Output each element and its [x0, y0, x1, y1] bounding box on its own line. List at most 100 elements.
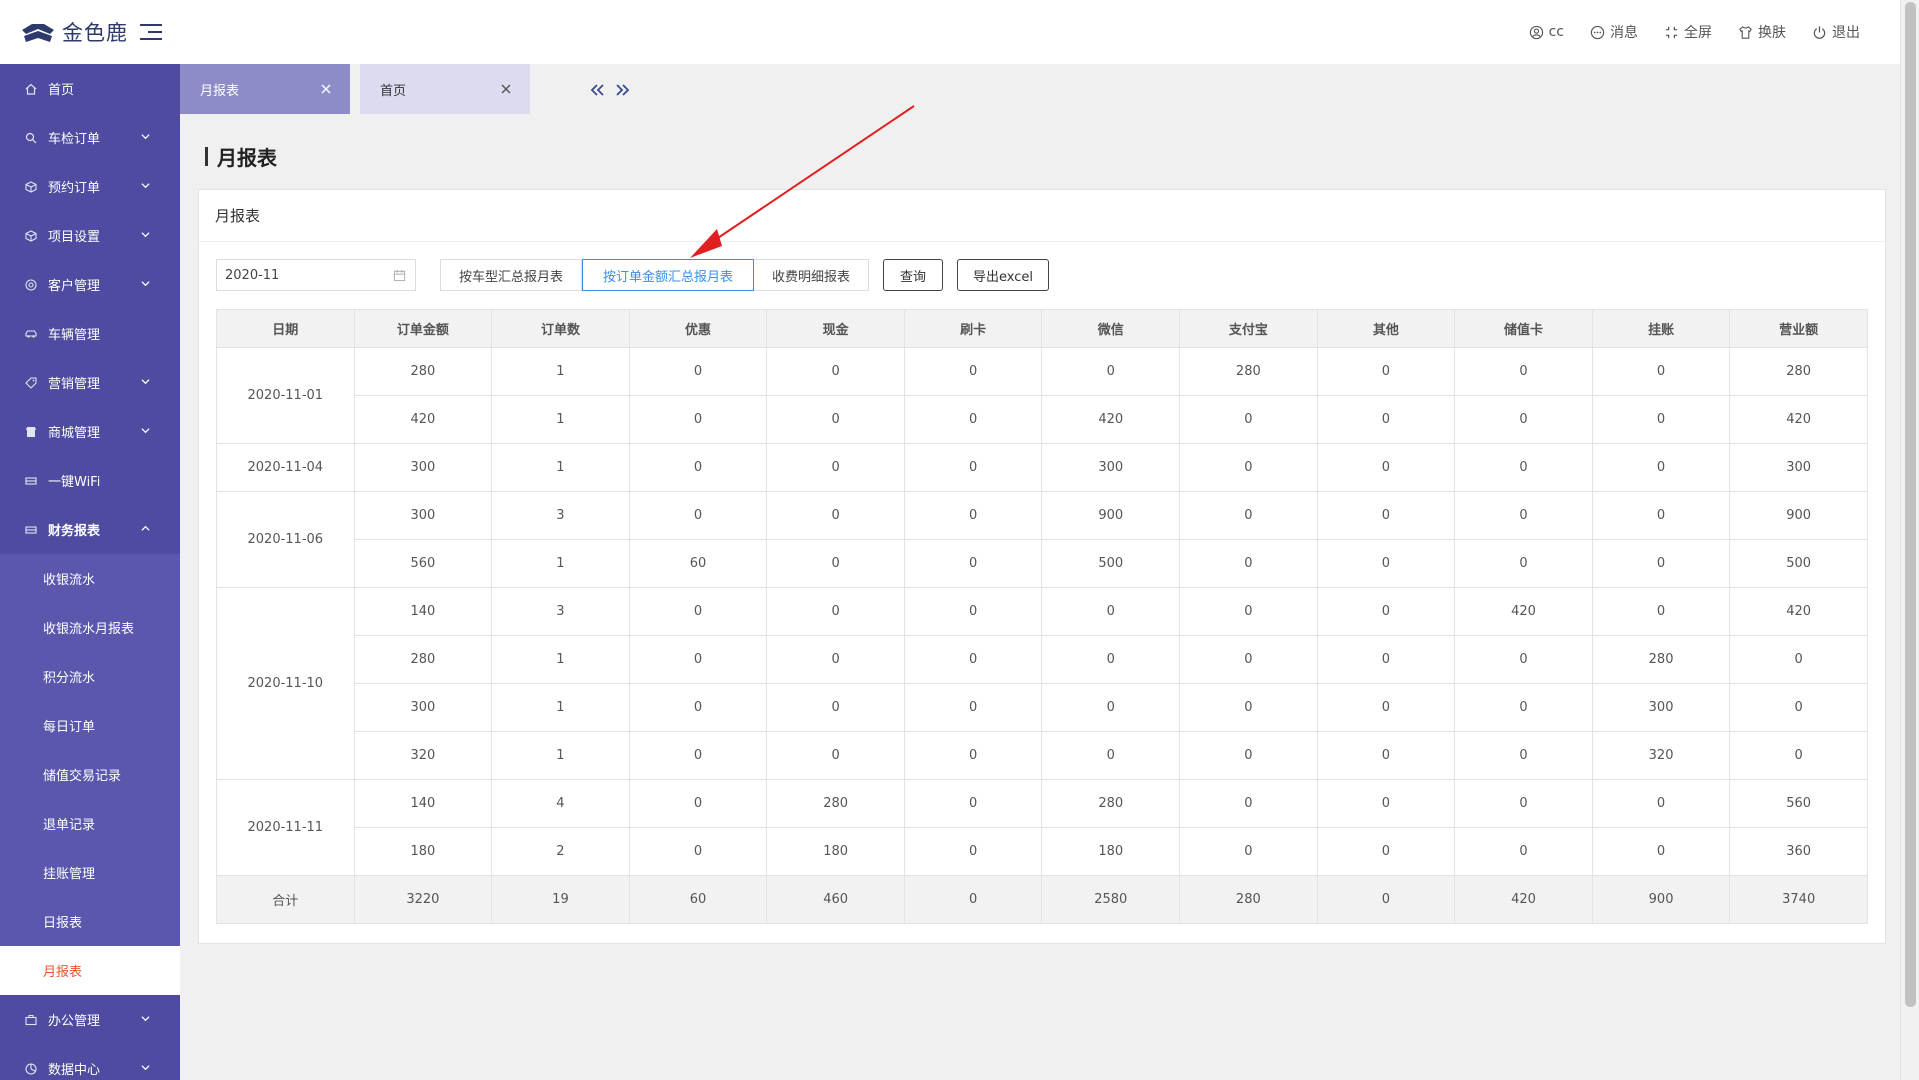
table-cell: 0 — [1316, 683, 1456, 732]
table-cell: 300 — [353, 491, 493, 540]
sidebar-subitem-cashier-flow[interactable]: 收银流水 — [0, 554, 180, 603]
table-cell: 1 — [491, 395, 630, 444]
table-cell: 300 — [1729, 443, 1868, 492]
sidebar-item-wifi[interactable]: 一键WiFi — [0, 456, 180, 505]
fee-detail-button[interactable]: 收费明细报表 — [754, 259, 869, 291]
by-order-amount-button[interactable]: 按订单金额汇总报月表 — [582, 259, 754, 291]
table-cell: 0 — [766, 347, 905, 396]
column-header: 订单数 — [491, 309, 630, 348]
sidebar-item-customers[interactable]: 客户管理 — [0, 260, 180, 309]
table-cell: 0 — [1454, 731, 1593, 780]
skin-label: 换肤 — [1758, 25, 1786, 41]
table-cell: 0 — [903, 635, 1043, 684]
sidebar-item-label: 首页 — [48, 83, 75, 98]
sidebar-item-label: 项目设置 — [48, 230, 101, 245]
by-car-type-button[interactable]: 按车型汇总报月表 — [440, 259, 582, 291]
menu-collapse-icon[interactable] — [140, 23, 162, 41]
table-cell: 280 — [353, 635, 493, 684]
table-cell: 0 — [766, 683, 905, 732]
table-cell: 0 — [1591, 539, 1731, 588]
table-cell: 180 — [1041, 827, 1181, 876]
sidebar-item-inspection-orders[interactable]: 车检订单 — [0, 113, 180, 162]
tabs-scroll-left-icon[interactable] — [588, 82, 608, 98]
month-picker[interactable]: 2020-11 — [216, 259, 416, 291]
table-cell: 0 — [903, 779, 1043, 828]
total-cell: 3740 — [1729, 875, 1868, 924]
sidebar-item-office[interactable]: 办公管理 — [0, 995, 180, 1044]
table-row: 320 1 0 0 0 0 0 0 0 320 0 — [217, 731, 1868, 780]
sidebar-subitem-points-flow[interactable]: 积分流水 — [0, 652, 180, 701]
sidebar-item-booking-orders[interactable]: 预约订单 — [0, 162, 180, 211]
close-icon[interactable] — [500, 83, 512, 95]
messages-button[interactable]: 消息 — [1590, 22, 1638, 42]
close-icon[interactable] — [320, 83, 332, 95]
sidebar-subitem-stored-value[interactable]: 储值交易记录 — [0, 750, 180, 799]
table-cell: 0 — [1179, 731, 1318, 780]
table-cell: 0 — [1454, 491, 1593, 540]
sidebar-subitem-monthly-report[interactable]: 月报表 — [0, 946, 180, 995]
tab-label: 月报表 — [200, 83, 240, 99]
table-cell: 0 — [628, 683, 768, 732]
chevron-up-icon — [141, 525, 150, 531]
total-cell: 0 — [903, 875, 1043, 924]
sidebar-subitem-daily-report[interactable]: 日报表 — [0, 897, 180, 946]
skin-button[interactable]: 换肤 — [1738, 22, 1786, 42]
table-cell: 0 — [1591, 827, 1731, 876]
sidebar-subitem-credit[interactable]: 挂账管理 — [0, 848, 180, 897]
table-cell: 0 — [903, 827, 1043, 876]
table-cell: 0 — [903, 395, 1043, 444]
table-cell: 0 — [903, 587, 1043, 636]
table-cell: 0 — [1454, 443, 1593, 492]
table-cell: 280 — [1729, 347, 1868, 396]
table-cell: 360 — [1729, 827, 1868, 876]
fullscreen-button[interactable]: 全屏 — [1664, 22, 1712, 42]
sidebar-subitem-refunds[interactable]: 退单记录 — [0, 799, 180, 848]
column-header: 订单金额 — [353, 309, 493, 348]
logo[interactable]: 金色鹿 — [0, 0, 162, 64]
table-cell: 0 — [1316, 731, 1456, 780]
table-row: 2020-11-10 140 3 0 0 0 0 0 0 420 0 420 — [216, 587, 1868, 780]
sidebar-item-finance-reports[interactable]: 财务报表 — [0, 505, 180, 554]
table-cell: 0 — [1591, 779, 1731, 828]
sidebar-subitem-cashier-monthly[interactable]: 收银流水月报表 — [0, 603, 180, 652]
export-excel-button[interactable]: 导出excel — [957, 259, 1049, 291]
table-row: 560 1 60 0 0 500 0 0 0 0 500 — [217, 539, 1868, 588]
tab-monthly-report[interactable]: 月报表 — [180, 64, 350, 114]
table-row: 280 1 0 0 0 0 0 0 0 280 0 — [217, 635, 1868, 684]
table-cell: 0 — [1316, 347, 1456, 396]
sidebar-item-data-center[interactable]: 数据中心 — [0, 1044, 180, 1080]
tabs-scroll-right-icon[interactable] — [612, 82, 632, 98]
sidebar-subitem-daily-orders[interactable]: 每日订单 — [0, 701, 180, 750]
table-cell: 900 — [1041, 491, 1181, 540]
table-row: 2020-11-06 300 3 0 0 0 900 0 0 0 0 900 — [216, 491, 1868, 588]
table-cell: 0 — [628, 347, 768, 396]
table-cell: 0 — [628, 779, 768, 828]
sidebar-item-marketing[interactable]: 营销管理 — [0, 358, 180, 407]
sidebar-item-vehicles[interactable]: 车辆管理 — [0, 309, 180, 358]
column-header: 储值卡 — [1454, 309, 1593, 348]
table-cell: 0 — [903, 347, 1043, 396]
table-cell: 0 — [1316, 395, 1456, 444]
sidebar-item-label: 财务报表 — [48, 524, 101, 539]
table-cell: 180 — [766, 827, 905, 876]
total-cell: 460 — [766, 875, 905, 924]
scrollbar-thumb[interactable] — [1905, 2, 1916, 1007]
shirt-icon — [1739, 25, 1752, 39]
table-cell: 0 — [1591, 395, 1731, 444]
tab-home[interactable]: 首页 — [360, 64, 530, 114]
table-cell: 0 — [1179, 683, 1318, 732]
table-cell: 0 — [766, 635, 905, 684]
sidebar-item-label: 预约订单 — [48, 181, 101, 196]
sidebar-item-project-settings[interactable]: 项目设置 — [0, 211, 180, 260]
user-menu[interactable]: cc — [1529, 24, 1564, 40]
vertical-scrollbar[interactable] — [1900, 0, 1919, 1080]
sidebar-item-home[interactable]: 首页 — [0, 64, 180, 113]
table-cell: 0 — [903, 683, 1043, 732]
logout-button[interactable]: 退出 — [1812, 22, 1860, 42]
chevron-down-icon — [141, 281, 150, 287]
date-cell: 2020-11-01 — [216, 347, 355, 444]
query-button[interactable]: 查询 — [883, 259, 943, 291]
table-row: 300 1 0 0 0 0 0 0 0 300 0 — [217, 683, 1868, 732]
table-row: 420 1 0 0 0 420 0 0 0 0 420 — [217, 395, 1868, 444]
sidebar-item-mall[interactable]: 商城管理 — [0, 407, 180, 456]
